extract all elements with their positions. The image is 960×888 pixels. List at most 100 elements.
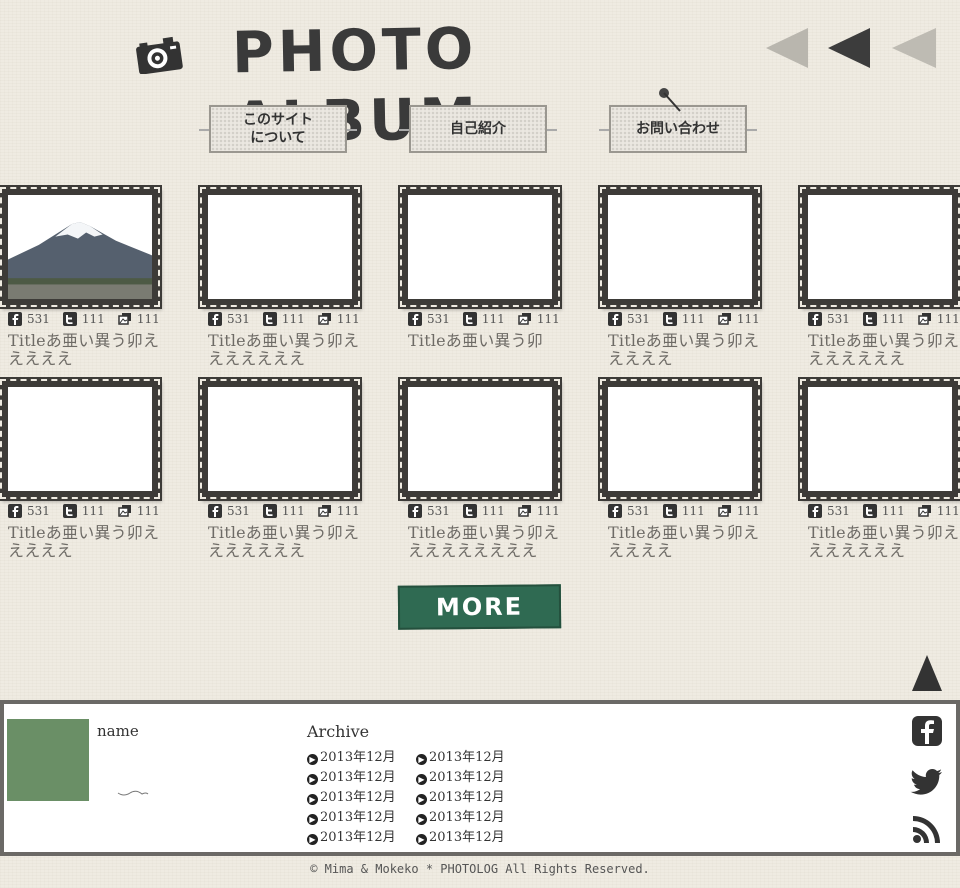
facebook-icon[interactable] — [910, 714, 944, 748]
facebook-icon — [408, 312, 422, 326]
archive-title: Archive — [307, 722, 370, 741]
share-counts: 531 111 111 — [8, 311, 173, 327]
archive-link[interactable]: ▶ 2013年12月 — [307, 788, 396, 808]
share-counts: 531 111 111 — [208, 311, 373, 327]
photo-placeholder — [608, 195, 752, 299]
archive-month: 2013年12月 — [320, 790, 396, 805]
photo-count: 111 — [536, 504, 560, 518]
archive-link[interactable]: ▶ 2013年12月 — [416, 748, 505, 768]
archive-link[interactable]: ▶ 2013年12月 — [416, 808, 505, 828]
twitter-count: 111 — [681, 504, 705, 518]
pushpin-icon — [659, 88, 681, 112]
share-counts: 531 111 111 — [608, 311, 773, 327]
share-counts: 531 111 111 — [808, 503, 960, 519]
archive-month: 2013年12月 — [320, 810, 396, 825]
photo-placeholder — [808, 195, 952, 299]
photos-icon — [918, 313, 931, 325]
photo-frame[interactable] — [798, 377, 960, 501]
share-counts: 531 111 111 — [208, 503, 373, 519]
archive-month: 2013年12月 — [320, 830, 396, 845]
twitter-count: 111 — [81, 312, 105, 326]
photo-caption[interactable]: Titleあ亜い異う卯 — [408, 332, 560, 350]
avatar — [7, 719, 89, 801]
share-counts: 531 111 111 — [608, 503, 773, 519]
archive-month: 2013年12月 — [320, 750, 396, 765]
chevron-right-icon: ▶ — [416, 794, 427, 805]
camera-icon — [136, 36, 183, 74]
facebook-icon — [808, 504, 822, 518]
photo-frame[interactable] — [598, 185, 762, 309]
photo-count: 111 — [936, 312, 960, 326]
archive-link[interactable]: ▶ 2013年12月 — [416, 788, 505, 808]
photo-frame[interactable] — [198, 185, 362, 309]
twitter-icon[interactable] — [910, 764, 944, 798]
twitter-count: 111 — [281, 504, 305, 518]
chevron-right-icon: ▶ — [307, 754, 318, 765]
photo-frame[interactable] — [798, 185, 960, 309]
photo-count: 111 — [536, 312, 560, 326]
facebook-count: 531 — [627, 504, 650, 518]
photo-placeholder — [808, 387, 952, 491]
facebook-count: 531 — [27, 312, 50, 326]
archive-link[interactable]: ▶ 2013年12月 — [416, 828, 505, 848]
archive-month: 2013年12月 — [429, 750, 505, 765]
footer: name Archive ▶ 2013年12月 ▶ 2013年12月 ▶ 2013年12月… — [0, 700, 960, 856]
photo-frame[interactable] — [398, 185, 562, 309]
photo-count: 111 — [336, 504, 360, 518]
more-button[interactable]: MORE — [397, 584, 562, 630]
chevron-right-icon: ▶ — [307, 774, 318, 785]
archive-month: 2013年12月 — [429, 770, 505, 785]
twitter-icon — [262, 312, 277, 326]
photo-count: 111 — [136, 504, 160, 518]
archive-link[interactable]: ▶ 2013年12月 — [307, 768, 396, 788]
archive-link[interactable]: ▶ 2013年12月 — [416, 768, 505, 788]
twitter-count: 111 — [881, 312, 905, 326]
twitter-count: 111 — [81, 504, 105, 518]
share-counts: 531 111 111 — [408, 311, 573, 327]
chevron-right-icon: ▶ — [416, 774, 427, 785]
photos-icon — [118, 505, 131, 517]
photos-icon — [518, 313, 531, 325]
photo-frame[interactable] — [0, 377, 162, 501]
twitter-count: 111 — [481, 504, 505, 518]
photo-frame[interactable] — [198, 377, 362, 501]
twitter-icon — [62, 504, 77, 518]
facebook-icon — [608, 312, 622, 326]
photo-caption[interactable]: Titleあ亜い異う卯えええええええええ — [408, 524, 560, 560]
photo-caption[interactable]: Titleあ亜い異う卯えええええええ — [208, 332, 360, 368]
photo-caption[interactable]: Titleあ亜い異う卯えええええ — [8, 332, 160, 368]
photo-frame[interactable] — [0, 185, 162, 309]
back-to-top-icon[interactable] — [912, 655, 942, 691]
archive-link[interactable]: ▶ 2013年12月 — [307, 808, 396, 828]
photo-caption[interactable]: Titleあ亜い異う卯えええええ — [608, 524, 760, 560]
photos-icon — [118, 313, 131, 325]
twitter-count: 111 — [281, 312, 305, 326]
twitter-icon — [262, 504, 277, 518]
photo-caption[interactable]: Titleあ亜い異う卯えええええええ — [808, 524, 960, 560]
photo-frame[interactable] — [598, 377, 762, 501]
photo-count: 111 — [736, 312, 760, 326]
facebook-count: 531 — [27, 504, 50, 518]
photo-caption[interactable]: Titleあ亜い異う卯えええええええ — [208, 524, 360, 560]
twitter-count: 111 — [881, 504, 905, 518]
facebook-icon — [408, 504, 422, 518]
rss-icon[interactable] — [910, 812, 944, 846]
photo-placeholder — [408, 195, 552, 299]
photo-placeholder — [408, 387, 552, 491]
photo-caption[interactable]: Titleあ亜い異う卯えええええ — [608, 332, 760, 368]
nav-self-intro[interactable]: 自己紹介 — [399, 105, 557, 153]
twitter-count: 111 — [481, 312, 505, 326]
facebook-count: 531 — [827, 504, 850, 518]
photo-thumbnail — [8, 195, 152, 299]
photo-caption[interactable]: Titleあ亜い異う卯えええええ — [8, 524, 160, 560]
facebook-icon — [8, 312, 22, 326]
nav-about-site[interactable]: このサイト について — [199, 105, 357, 153]
facebook-icon — [808, 312, 822, 326]
facebook-count: 531 — [427, 504, 450, 518]
photo-frame[interactable] — [398, 377, 562, 501]
archive-link[interactable]: ▶ 2013年12月 — [307, 828, 396, 848]
photo-caption[interactable]: Titleあ亜い異う卯えええええええ — [808, 332, 960, 368]
share-counts: 531 111 111 — [408, 503, 573, 519]
archive-link[interactable]: ▶ 2013年12月 — [307, 748, 396, 768]
photos-icon — [718, 505, 731, 517]
